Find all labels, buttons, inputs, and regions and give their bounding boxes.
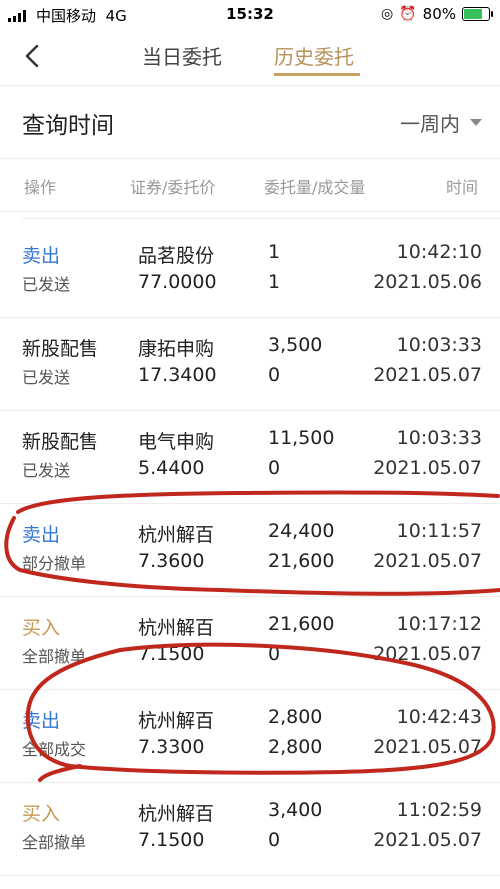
deal-quantity: 21,600 [268,550,335,572]
security-name: 杭州解百 [138,617,215,639]
order-price: 17.3400 [138,364,217,386]
order-price: 5.4400 [138,457,205,479]
order-quantity: 3,400 [268,799,323,821]
order-price: 7.1500 [138,829,205,851]
order-quantity: 3,500 [268,334,323,356]
alarm-icon: ⏰ [399,6,417,22]
table-row[interactable]: 新股配售 已发送 电气申购 5.4400 11,500 0 10:03:33 2… [0,411,500,504]
order-quantity: 24,400 [268,520,335,542]
order-price: 7.3300 [138,736,205,758]
order-quantity: 1 [268,241,281,263]
security-name: 杭州解百 [138,524,215,546]
order-date: 2021.05.06 [373,271,482,293]
order-time: 10:03:33 [396,334,482,356]
order-operation: 新股配售 [22,338,99,360]
orders-list: 卖出 已发送 品茗股份 77.0000 1 1 10:42:10 2021.05… [0,225,500,876]
table-row[interactable]: 卖出 部分撤单 杭州解百 7.3600 24,400 21,600 10:11:… [0,504,500,597]
order-operation: 买入 [22,803,61,825]
column-time: 时间 [445,178,478,197]
rotation-lock-icon: ◎ [381,6,394,22]
security-name: 电气申购 [138,431,215,453]
order-status: 已发送 [22,275,71,294]
order-status: 已发送 [22,461,71,480]
divider [22,218,500,219]
time-range-select[interactable]: 一周内 [400,108,482,137]
order-status: 已发送 [22,368,71,387]
security-name: 杭州解百 [138,803,215,825]
security-name: 品茗股份 [138,245,215,267]
order-time: 10:17:12 [396,613,482,635]
order-time: 10:42:43 [396,706,482,728]
order-status: 全部撤单 [22,833,87,852]
status-right: ◎ ⏰ 80% [381,5,493,23]
battery-icon [462,7,493,21]
order-date: 2021.05.07 [373,643,482,665]
query-time-row: 查询时间 一周内 [0,86,500,159]
order-status: 全部成交 [22,740,87,759]
query-time-label: 查询时间 [22,113,114,139]
table-row[interactable]: 卖出 已发送 品茗股份 77.0000 1 1 10:42:10 2021.05… [0,225,500,318]
chevron-down-icon [470,119,482,126]
order-price: 7.3600 [138,550,205,572]
column-volume: 委托量/成交量 [264,178,366,197]
tab-today-orders[interactable]: 当日委托 [142,41,222,70]
order-operation: 新股配售 [22,431,99,453]
status-bar: 中国移动 4G 15:32 ◎ ⏰ 80% [0,0,500,30]
order-date: 2021.05.07 [373,364,482,386]
order-operation: 买入 [22,617,61,639]
table-row[interactable]: 买入 全部撤单 杭州解百 7.1500 3,400 0 11:02:59 202… [0,783,500,876]
order-date: 2021.05.07 [373,550,482,572]
order-time: 10:42:10 [396,241,482,263]
order-status: 全部撤单 [22,647,87,666]
order-quantity: 2,800 [268,706,323,728]
battery-percent: 80% [422,5,456,23]
security-name: 康拓申购 [138,338,215,360]
back-icon[interactable] [20,43,46,69]
table-header: 操作 证券/委托价 委托量/成交量 时间 [0,159,500,212]
nav-header: 当日委托 历史委托 [0,30,500,86]
tab-history-orders[interactable]: 历史委托 [274,41,354,70]
active-tab-indicator [274,73,360,76]
order-date: 2021.05.07 [373,457,482,479]
deal-quantity: 2,800 [268,736,323,758]
order-price: 77.0000 [138,271,217,293]
table-row[interactable]: 卖出 全部成交 杭州解百 7.3300 2,800 2,800 10:42:43… [0,690,500,783]
column-security-price: 证券/委托价 [130,178,216,197]
order-operation: 卖出 [22,710,61,732]
order-quantity: 21,600 [268,613,335,635]
time-range-value: 一周内 [400,112,460,136]
order-date: 2021.05.07 [373,829,482,851]
order-time: 10:03:33 [396,427,482,449]
deal-quantity: 0 [268,457,281,479]
order-quantity: 11,500 [268,427,335,449]
column-operation: 操作 [24,178,57,197]
order-status: 部分撤单 [22,554,87,573]
deal-quantity: 0 [268,829,281,851]
order-time: 11:02:59 [396,799,482,821]
order-date: 2021.05.07 [373,736,482,758]
deal-quantity: 1 [268,271,281,293]
order-operation: 卖出 [22,524,61,546]
security-name: 杭州解百 [138,710,215,732]
table-row[interactable]: 新股配售 已发送 康拓申购 17.3400 3,500 0 10:03:33 2… [0,318,500,411]
order-price: 7.1500 [138,643,205,665]
table-row[interactable]: 买入 全部撤单 杭州解百 7.1500 21,600 0 10:17:12 20… [0,597,500,690]
deal-quantity: 0 [268,643,281,665]
order-operation: 卖出 [22,245,61,267]
deal-quantity: 0 [268,364,281,386]
order-time: 10:11:57 [396,520,482,542]
